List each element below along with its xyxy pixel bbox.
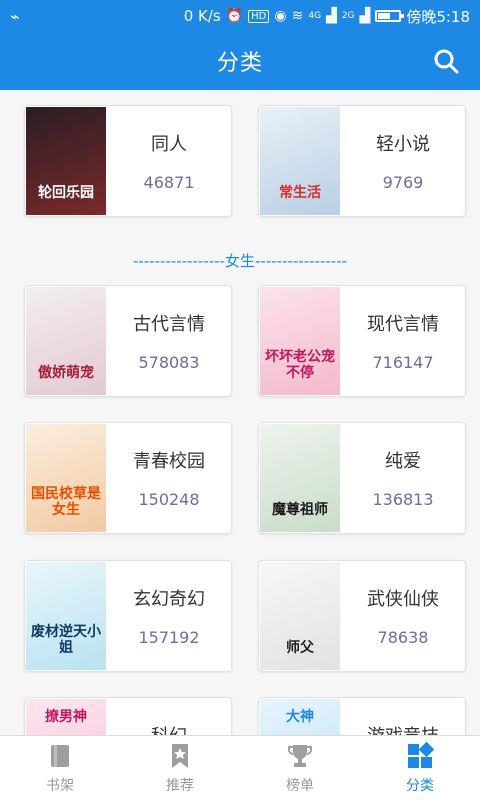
recommend-icon — [172, 744, 188, 768]
network-type-1: 4G — [308, 11, 322, 21]
category-card-wuxia[interactable]: 师父 武侠仙侠 78638 — [258, 560, 466, 672]
book-cover: 魔尊祖师 — [260, 424, 340, 532]
cover-title: 坏坏老公宠不停 — [265, 349, 335, 381]
category-card-gaming[interactable]: 大神 游戏竞技 — [258, 697, 466, 735]
cover-title: 大神 — [286, 709, 314, 725]
section-title-female: -----------------女生----------------- — [132, 252, 348, 270]
category-count: 716147 — [372, 353, 434, 372]
category-count: 150248 — [138, 490, 200, 509]
cover-title: 撩男神 — [45, 709, 87, 725]
alarm-icon: ⏰ — [225, 8, 244, 24]
cover-title: 轮回乐园 — [38, 185, 94, 201]
cover-title: 常生活 — [279, 185, 321, 201]
wifi-icon: ≋ — [291, 8, 304, 24]
signal-icon-2: ▟ — [359, 8, 371, 24]
category-icon — [408, 741, 435, 768]
book-cover: 轮回乐园 — [26, 107, 106, 215]
category-card-fantasy[interactable]: 废材逆天小姐 玄幻奇幻 157192 — [24, 560, 232, 672]
category-name: 轻小说 — [376, 134, 430, 155]
category-list[interactable]: 轮回乐园 同人 46871 常生活 轻小说 9769 -------------… — [0, 90, 480, 735]
category-card-scifi[interactable]: 撩男神 科幻 — [24, 697, 232, 735]
cover-title: 国民校草是女生 — [31, 486, 101, 518]
book-cover: 师父 — [260, 562, 340, 670]
cover-title: 傲娇萌宠 — [38, 365, 94, 381]
category-name: 游戏竞技 — [341, 722, 465, 735]
network-speed: 0 K/s — [183, 7, 221, 25]
book-cover: 大神 — [260, 699, 340, 735]
network-type-2: 2G — [341, 11, 355, 21]
category-name: 同人 — [151, 134, 187, 155]
usb-icon: ⌁ — [10, 6, 20, 26]
nav-bookshelf[interactable]: 书架 — [0, 736, 120, 800]
nav-category[interactable]: 分类 — [360, 736, 480, 800]
book-cover: 傲娇萌宠 — [26, 287, 106, 395]
nav-label: 分类 — [406, 778, 434, 794]
nav-label: 书架 — [46, 778, 74, 794]
category-card-light-novel[interactable]: 常生活 轻小说 9769 — [258, 105, 466, 217]
category-card-ancient-romance[interactable]: 傲娇萌宠 古代言情 578083 — [24, 285, 232, 397]
clock: 傍晚5:18 — [406, 7, 470, 26]
app-bar: 分类 — [0, 32, 480, 90]
category-count: 136813 — [372, 490, 434, 509]
category-name: 现代言情 — [367, 314, 439, 335]
book-cover: 国民校草是女生 — [26, 424, 106, 532]
category-count: 157192 — [138, 628, 200, 647]
battery-icon — [375, 10, 405, 22]
book-cover: 撩男神 — [26, 699, 106, 735]
category-name: 纯爱 — [385, 451, 421, 472]
category-card-tongren[interactable]: 轮回乐园 同人 46871 — [24, 105, 232, 217]
cover-title: 废材逆天小姐 — [31, 624, 101, 656]
nav-label: 推荐 — [166, 778, 194, 794]
category-name: 古代言情 — [133, 314, 205, 335]
page-title: 分类 — [216, 51, 263, 76]
category-card-modern-romance[interactable]: 坏坏老公宠不停 现代言情 716147 — [258, 285, 466, 397]
nav-label: 榜单 — [286, 778, 314, 794]
cover-title: 魔尊祖师 — [272, 502, 328, 518]
nav-recommend[interactable]: 推荐 — [120, 736, 240, 800]
status-bar: ⌁ 0 K/s ⏰ HD ◉ ≋ 4G ▟ 2G ▟ 傍晚5:18 — [0, 0, 480, 32]
nav-ranking[interactable]: 榜单 — [240, 736, 360, 800]
category-count: 46871 — [143, 173, 195, 192]
category-count: 578083 — [138, 353, 200, 372]
book-cover: 废材逆天小姐 — [26, 562, 106, 670]
category-card-campus[interactable]: 国民校草是女生 青春校园 150248 — [24, 422, 232, 534]
category-card-pure-love[interactable]: 魔尊祖师 纯爱 136813 — [258, 422, 466, 534]
eye-icon: ◉ — [274, 8, 287, 24]
search-icon[interactable] — [432, 47, 460, 75]
category-name: 青春校园 — [133, 451, 205, 472]
hd-icon: HD — [248, 9, 270, 23]
category-name: 科幻 — [107, 722, 231, 735]
cover-title: 师父 — [286, 640, 314, 656]
trophy-icon — [288, 745, 312, 767]
book-cover: 常生活 — [260, 107, 340, 215]
category-count: 78638 — [377, 628, 429, 647]
bookshelf-icon — [51, 745, 69, 767]
category-count: 9769 — [382, 173, 424, 192]
book-cover: 坏坏老公宠不停 — [260, 287, 340, 395]
category-name: 武侠仙侠 — [367, 589, 439, 610]
category-name: 玄幻奇幻 — [133, 589, 205, 610]
signal-icon: ▟ — [326, 8, 337, 24]
bottom-navigation: 书架 推荐 榜单 分类 — [0, 735, 480, 800]
